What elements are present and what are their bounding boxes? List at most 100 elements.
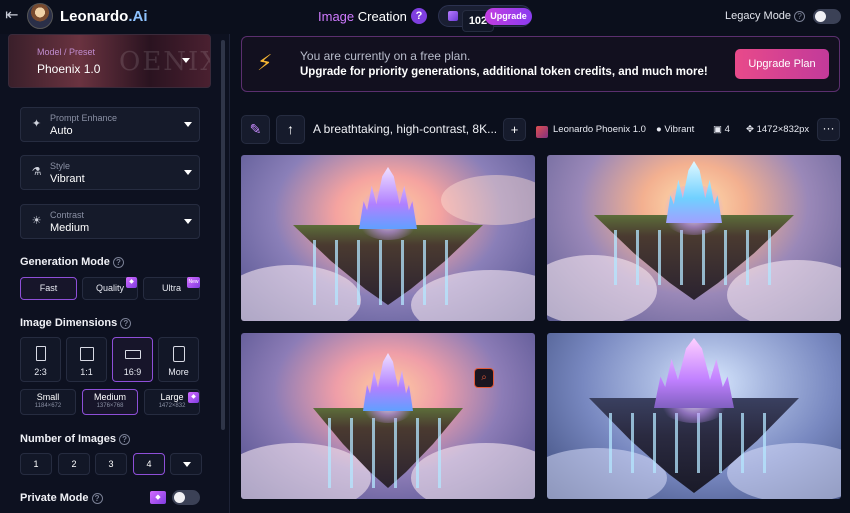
contrast-label: Contrast [50, 210, 85, 220]
main-panel: ⚡ You are currently on a free plan. Upgr… [230, 34, 850, 513]
generation-style-value: Vibrant [664, 124, 695, 135]
chevron-down-icon [184, 170, 192, 175]
size-name: Medium [93, 392, 126, 402]
generated-image-1[interactable] [241, 155, 535, 321]
images-1-button[interactable]: 1 [20, 453, 52, 475]
top-bar: ⇤ Leonardo.Ai Image Creation ? 102 Upgra… [0, 0, 850, 34]
ratio-more-button[interactable]: More [158, 337, 199, 382]
ratio-label: 16:9 [123, 367, 142, 377]
size-pixels: 1472×832 [158, 403, 186, 409]
prompt-enhance-select[interactable]: ✦ Prompt Enhance Auto [20, 107, 200, 142]
images-4-button[interactable]: 4 [133, 453, 165, 475]
mode-quality-label: Quality [95, 283, 124, 293]
size-large-button[interactable]: Large 1472×832 ◆ [144, 389, 200, 415]
generated-image-4[interactable] [547, 333, 841, 499]
premium-gem-icon: ◆ [126, 277, 137, 288]
image-dimensions-heading: Image Dimensions ? [20, 317, 132, 329]
token-balance[interactable]: 102 Upgrade [438, 5, 532, 32]
upgrade-plan-button[interactable]: Upgrade Plan [735, 49, 829, 79]
mode-ultra-button[interactable]: Ultra New [143, 277, 200, 300]
ratio-label: 1:1 [80, 367, 93, 377]
mode-fast-button[interactable]: Fast [20, 277, 77, 300]
new-badge: New [187, 277, 200, 288]
generation-dimensions-value: 1472×832px [756, 124, 810, 135]
generation-mode-help-icon[interactable]: ? [112, 256, 124, 268]
brand-name: Leonardo [60, 8, 129, 25]
model-label: Model / Preset [37, 47, 96, 57]
number-of-images-label: Number of Images [20, 433, 116, 445]
size-pixels: 1376×768 [96, 403, 124, 409]
drop-icon: ● [656, 124, 662, 135]
chevron-down-icon [182, 58, 190, 63]
upgrade-banner: ⚡ You are currently on a free plan. Upgr… [241, 36, 840, 92]
chevron-down-icon [184, 219, 192, 224]
prompt-text[interactable]: A breathtaking, high-contrast, 8K... [313, 122, 497, 136]
style-select[interactable]: ⚗ Style Vibrant [20, 155, 200, 190]
title-word-creation: Creation [357, 9, 407, 24]
size-name: Small [36, 392, 60, 402]
legacy-mode-toggle[interactable] [813, 9, 841, 24]
brand-suffix: .Ai [128, 8, 148, 25]
generation-mode-label: Generation Mode [20, 256, 110, 268]
token-gem-icon [448, 11, 458, 21]
legacy-mode-label: Legacy Mode [725, 10, 792, 22]
generated-image-3[interactable] [241, 333, 535, 499]
private-mode-help-icon[interactable]: ? [91, 492, 103, 504]
banner-line-2: Upgrade for priority generations, additi… [300, 66, 708, 78]
help-icon[interactable]: ? [411, 8, 427, 24]
arrow-up-icon[interactable]: ↑ [276, 115, 305, 144]
generated-image-2[interactable] [547, 155, 841, 321]
ratio-16-9-button[interactable]: 16:9 [112, 337, 153, 382]
ratio-1-1-button[interactable]: 1:1 [66, 337, 107, 382]
upgrade-button[interactable]: Upgrade [485, 8, 532, 25]
ratio-label: More [168, 367, 189, 377]
sun-icon: ☀ [31, 215, 42, 227]
model-preset-select[interactable]: OENIX Model / Preset Phoenix 1.0 [8, 34, 211, 88]
private-mode-label: Private Mode [20, 492, 89, 504]
chevron-down-icon [183, 462, 191, 467]
image-dimensions-help-icon[interactable]: ? [120, 317, 132, 329]
images-icon: ▣ [713, 124, 722, 135]
size-small-button[interactable]: Small 1184×672 [20, 389, 76, 415]
title-word-image: Image [318, 9, 355, 24]
number-of-images-help-icon[interactable]: ? [119, 433, 131, 445]
sidebar-scrollbar[interactable] [221, 40, 225, 430]
chevron-down-icon [184, 122, 192, 127]
legacy-help-icon[interactable]: ? [794, 10, 806, 22]
plus-icon[interactable]: + [503, 118, 526, 141]
contrast-select[interactable]: ☀ Contrast Medium [20, 204, 200, 239]
mode-ultra-label: Ultra [161, 283, 181, 293]
flask-icon: ⚗ [31, 166, 42, 178]
mode-quality-button[interactable]: Quality ◆ [82, 277, 138, 300]
size-pixels: 1184×672 [34, 403, 62, 409]
generation-mode-heading: Generation Mode ? [20, 256, 124, 268]
magic-wand-icon[interactable]: ✎ [241, 115, 270, 144]
resize-icon: ✥ [746, 124, 754, 135]
lightning-icon: ⚡ [257, 50, 273, 75]
generation-style: ● Vibrant [656, 124, 694, 135]
images-2-button[interactable]: 2 [58, 453, 90, 475]
more-options-button[interactable]: ··· [817, 118, 840, 141]
private-mode-heading: Private Mode ? [20, 492, 103, 504]
landscape-ratio-icon [125, 350, 141, 359]
images-more-button[interactable] [170, 453, 202, 475]
images-3-button[interactable]: 3 [95, 453, 127, 475]
premium-gem-icon: ◆ [150, 491, 166, 504]
model-watermark: OENIX [119, 47, 211, 77]
number-of-images-heading: Number of Images ? [20, 433, 131, 445]
style-label: Style [50, 161, 71, 171]
generation-count-value: 4 [724, 124, 730, 135]
private-mode-toggle[interactable] [172, 490, 200, 505]
sparkle-icon: ✦ [31, 118, 42, 130]
ratio-2-3-button[interactable]: 2:3 [20, 337, 61, 382]
prompt-enhance-value: Auto [50, 125, 73, 137]
size-medium-button[interactable]: Medium 1376×768 [82, 389, 138, 415]
brand-logo[interactable]: Leonardo.Ai [60, 8, 148, 25]
back-arrow-icon[interactable]: ⇤ [5, 7, 23, 25]
ratio-label: 2:3 [34, 367, 47, 377]
generation-count: ▣ 4 [713, 124, 730, 135]
scan-icon[interactable]: ⌕ [474, 368, 494, 388]
avatar[interactable] [27, 3, 53, 29]
generation-model: Leonardo Phoenix 1.0 [553, 124, 646, 135]
square-ratio-icon [80, 347, 94, 361]
